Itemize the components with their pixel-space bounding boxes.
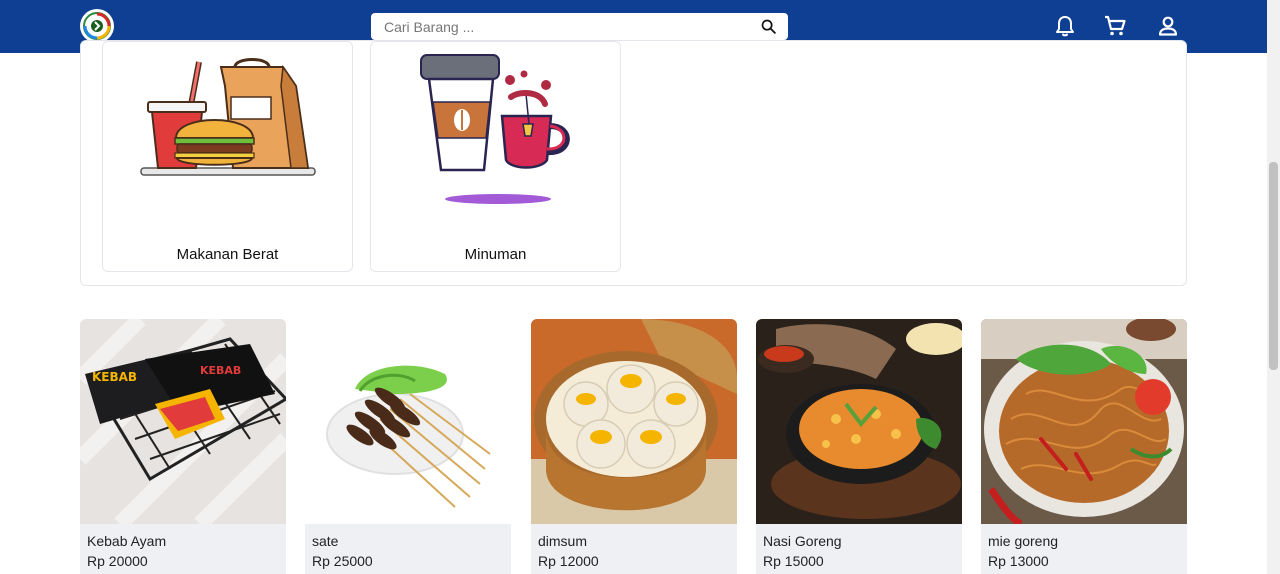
product-image bbox=[305, 319, 511, 524]
product-card-mie-goreng[interactable]: mie goreng Rp 13000 bbox=[981, 319, 1187, 574]
product-price: Rp 15000 bbox=[763, 553, 824, 569]
svg-text:KEBAB: KEBAB bbox=[92, 370, 137, 384]
product-card-nasi-goreng[interactable]: Nasi Goreng Rp 15000 bbox=[756, 319, 962, 574]
user-icon[interactable] bbox=[1156, 14, 1180, 38]
category-label: Makanan Berat bbox=[176, 246, 279, 263]
product-image bbox=[981, 319, 1187, 524]
category-panel: Makanan Berat Minuman bbox=[80, 40, 1187, 286]
logo-icon bbox=[83, 12, 111, 40]
svg-text:KEBAB: KEBAB bbox=[200, 364, 241, 377]
product-image: KEBAB KEBAB bbox=[80, 319, 286, 524]
page-scrollbar[interactable] bbox=[1267, 0, 1280, 574]
category-label: Minuman bbox=[464, 246, 527, 263]
product-price: Rp 12000 bbox=[538, 553, 599, 569]
product-image bbox=[756, 319, 962, 524]
product-name: dimsum bbox=[538, 533, 588, 549]
search-icon[interactable] bbox=[760, 18, 777, 35]
bell-icon[interactable] bbox=[1053, 14, 1077, 38]
cart-icon[interactable] bbox=[1103, 14, 1127, 38]
product-card-sate[interactable]: sate Rp 25000 bbox=[305, 319, 511, 574]
product-name: Kebab Ayam bbox=[87, 533, 167, 549]
search-bar bbox=[371, 13, 788, 40]
product-name: Nasi Goreng bbox=[763, 533, 842, 549]
coffee-tea-illustration bbox=[371, 42, 620, 232]
brand-logo[interactable] bbox=[80, 9, 114, 43]
product-price: Rp 13000 bbox=[988, 553, 1049, 569]
product-card-kebab-ayam[interactable]: KEBAB KEBAB Kebab Ayam Rp 20000 bbox=[80, 319, 286, 574]
product-name: sate bbox=[312, 533, 339, 549]
product-name: mie goreng bbox=[988, 533, 1059, 549]
product-price: Rp 25000 bbox=[312, 553, 373, 569]
category-card-makanan-berat[interactable]: Makanan Berat bbox=[102, 41, 353, 272]
fast-food-illustration bbox=[103, 42, 352, 232]
product-image bbox=[531, 319, 737, 524]
search-input[interactable] bbox=[371, 13, 741, 40]
category-card-minuman[interactable]: Minuman bbox=[370, 41, 621, 272]
product-card-dimsum[interactable]: dimsum Rp 12000 bbox=[531, 319, 737, 574]
scrollbar-thumb[interactable] bbox=[1269, 162, 1278, 370]
product-price: Rp 20000 bbox=[87, 553, 148, 569]
